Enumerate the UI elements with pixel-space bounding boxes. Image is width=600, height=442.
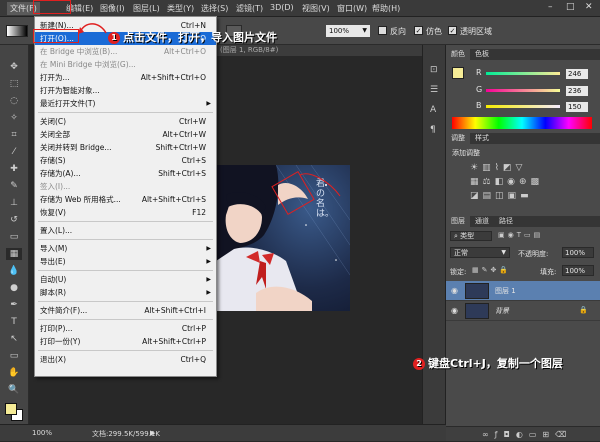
annotation-step-1: 1 点击文件，打开，导入图片文件 bbox=[108, 29, 277, 45]
step-badge-1: 1 bbox=[108, 32, 120, 44]
annotation-step-2: 2 键盘Ctrl+J，复制一个图层 bbox=[413, 355, 563, 371]
step-2-text: 键盘Ctrl+J，复制一个图层 bbox=[428, 357, 563, 370]
annotation-arrows bbox=[78, 23, 341, 216]
step-badge-2: 2 bbox=[413, 358, 425, 370]
step-1-text: 点击文件，打开，导入图片文件 bbox=[123, 31, 277, 44]
